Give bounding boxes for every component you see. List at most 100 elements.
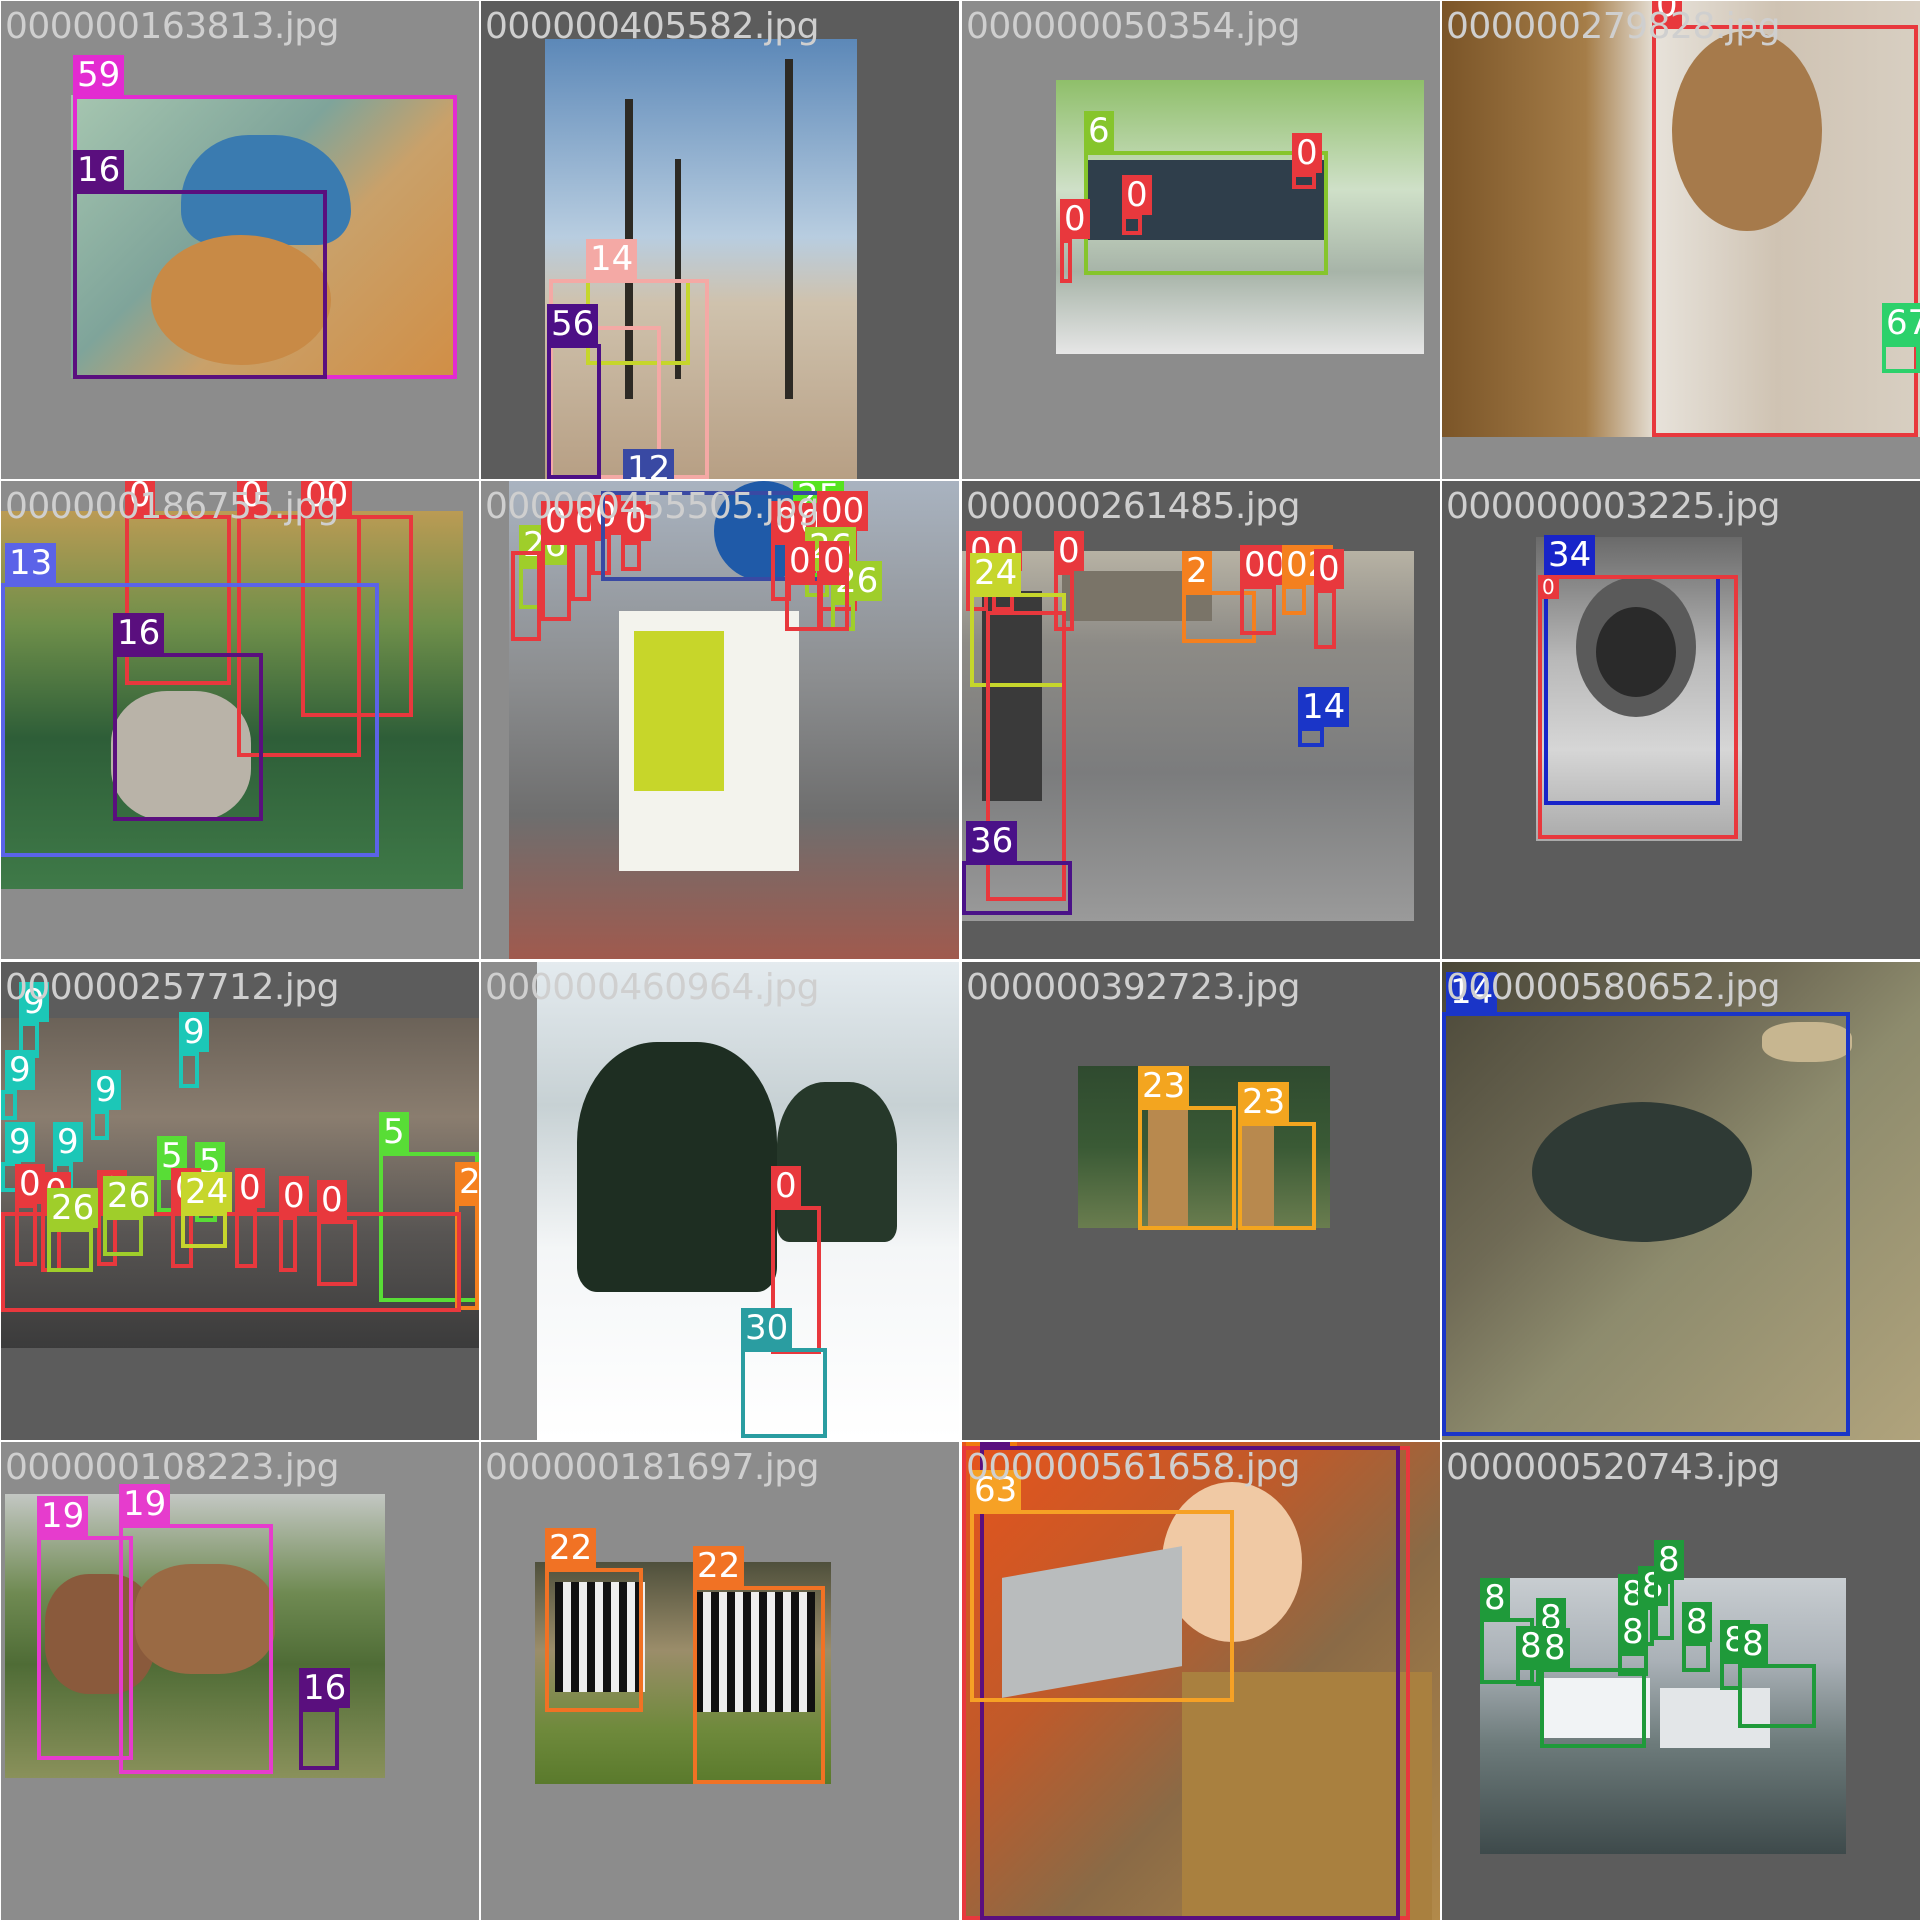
tile-14[interactable]: 62 6 63 000000561658.jpg	[962, 1442, 1440, 1920]
detection-box: 8	[1654, 1540, 1684, 1640]
detection-box: 16	[113, 613, 263, 821]
class-label: 8	[1738, 1624, 1768, 1664]
tile-11[interactable]: 14 000000580652.jpg	[1442, 962, 1920, 1440]
image-filename: 000000186755.jpg	[5, 486, 340, 527]
class-label: 14	[1298, 687, 1350, 727]
tile-13[interactable]: 22 22 000000181697.jpg	[481, 1442, 959, 1920]
detection-box: 8	[1540, 1628, 1646, 1748]
detection-box: 22	[545, 1528, 643, 1712]
class-label: 36	[966, 821, 1018, 861]
class-label: 2	[455, 1162, 479, 1202]
image-filename: 000000405582.jpg	[485, 6, 820, 47]
detection-box: 8	[1738, 1624, 1816, 1728]
class-label: 6	[1084, 111, 1114, 151]
detection-box: 14	[1298, 687, 1350, 747]
class-label: 12	[623, 449, 675, 479]
detection-box: 16	[73, 150, 327, 379]
detection-box: 26	[47, 1188, 99, 1272]
tile-7[interactable]: 34 0 000000003225.jpg	[1442, 481, 1920, 959]
tile-15[interactable]: 8 8 8 8 8 8 8 8 8 8 8 000000520743.jpg	[1442, 1442, 1920, 1920]
detection-box: 63	[970, 1470, 1234, 1702]
detection-box: 8	[1516, 1626, 1546, 1686]
image-filename: 000000392723.jpg	[966, 967, 1301, 1008]
class-label: 0	[819, 541, 849, 581]
image-filename: 000000108223.jpg	[5, 1447, 340, 1488]
class-label: 26	[47, 1188, 99, 1228]
class-label: 14	[586, 239, 638, 279]
detection-box: 24	[181, 1172, 233, 1248]
tile-4[interactable]: 0 0 00 13 16 000000186755.jpg	[1, 481, 479, 959]
detection-box: 23	[1138, 1066, 1236, 1230]
detection-box: 0	[317, 1180, 357, 1286]
class-label: 30	[741, 1308, 793, 1348]
detection-box: 9	[1, 1050, 35, 1120]
detection-box: 0	[1060, 199, 1090, 283]
tile-2[interactable]: 6 0 0 0 000000050354.jpg	[962, 1, 1440, 479]
detection-box: 22	[693, 1546, 825, 1784]
class-label: 8	[1654, 1540, 1684, 1580]
class-label: 2	[1182, 551, 1212, 591]
class-label: 16	[299, 1668, 351, 1708]
class-label: 0	[785, 541, 815, 581]
class-label: 26	[103, 1176, 155, 1216]
class-label: 00	[817, 491, 869, 531]
class-label: 0	[1122, 175, 1152, 215]
image-filename: 000000003225.jpg	[1446, 486, 1781, 527]
class-label: 0	[1060, 199, 1090, 239]
image-filename: 000000261485.jpg	[966, 486, 1301, 527]
class-label: 8	[1618, 1612, 1648, 1652]
class-label: 0	[1292, 133, 1322, 173]
detection-box: 56	[547, 304, 601, 479]
detection-box	[511, 551, 541, 641]
image-filename: 000000455505.jpg	[485, 486, 820, 527]
class-label: 34	[1544, 535, 1596, 575]
image-filename: 000000580652.jpg	[1446, 967, 1781, 1008]
class-label: 8	[1480, 1578, 1510, 1618]
detection-box: 0	[1292, 133, 1322, 189]
detection-box: 0	[1538, 575, 1738, 839]
tile-5[interactable]: 25 26 0 0 0 0 0 0 00 26 26 0 0 000000455…	[481, 481, 959, 959]
detection-box: 0	[819, 541, 849, 631]
class-label: 9	[53, 1122, 83, 1162]
image-filename: 000000257712.jpg	[5, 967, 340, 1008]
class-label: 0	[1314, 549, 1344, 589]
detection-box: 00	[1240, 545, 1292, 635]
class-label: 56	[547, 304, 599, 344]
detection-box: 9	[91, 1070, 121, 1140]
tile-8[interactable]: 9 9 9 9 9 9 5 5 5 2 0 0 0 0 0 0 0 26 26 …	[1, 962, 479, 1440]
detection-box: 30	[741, 1308, 827, 1438]
image-filename: 000000460964.jpg	[485, 967, 820, 1008]
detection-box: 23	[1238, 1082, 1316, 1230]
class-label: 13	[5, 543, 57, 583]
class-label: 16	[73, 150, 125, 190]
class-label: 0	[235, 1168, 265, 1208]
class-label: 24	[181, 1172, 233, 1212]
detection-box: 14	[1442, 972, 1850, 1436]
tile-1[interactable]: 14 56 12 000000405582.jpg	[481, 1, 959, 479]
tile-12[interactable]: 19 19 16 000000108223.jpg	[1, 1442, 479, 1920]
detection-box: 02	[1282, 545, 1334, 615]
class-label: 22	[693, 1546, 745, 1586]
class-label: 5	[379, 1112, 409, 1152]
tile-10[interactable]: 23 23 000000392723.jpg	[962, 962, 1440, 1440]
detection-box: 8	[1682, 1602, 1712, 1672]
class-label: 0	[771, 1166, 801, 1206]
mosaic-grid: 59 16 000000163813.jpg 14 56 12 00000040…	[0, 0, 1920, 1920]
tile-3[interactable]: 0 67 000000279828.jpg	[1442, 1, 1920, 479]
class-label: 19	[37, 1496, 89, 1536]
class-label: 9	[179, 1012, 209, 1052]
detection-box: 16	[299, 1668, 351, 1770]
tile-0[interactable]: 59 16 000000163813.jpg	[1, 1, 479, 479]
tile-9[interactable]: 0 30 000000460964.jpg	[481, 962, 959, 1440]
image-filename: 000000279828.jpg	[1446, 6, 1781, 47]
class-label: 16	[113, 613, 165, 653]
class-label: 9	[5, 1050, 35, 1090]
tile-6[interactable]: 0 0 0 2 00 02 0 24 14 36 000000261485.jp…	[962, 481, 1440, 959]
detection-box: 0	[15, 1164, 45, 1266]
class-label: 9	[91, 1070, 121, 1110]
class-label: 24	[970, 553, 1022, 593]
detection-box: 36	[962, 821, 1072, 915]
detection-box: 0	[279, 1176, 309, 1272]
detection-box: 9	[179, 1012, 209, 1088]
class-label: 23	[1138, 1066, 1190, 1106]
